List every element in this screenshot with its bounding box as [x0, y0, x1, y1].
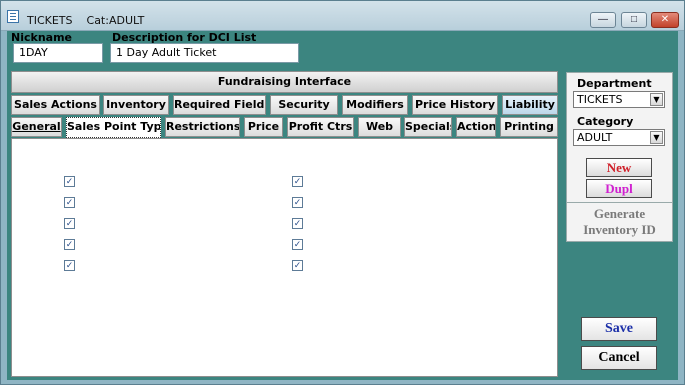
minimize-button[interactable]: —: [590, 12, 616, 28]
tab-sales-actions[interactable]: Sales Actions: [11, 95, 100, 115]
sales-point-type-panel: ✓ ✓ ✓ ✓ ✓ ✓ ✓ ✓ ✓ ✓: [11, 138, 558, 377]
tab-label: Profit Ctrs: [288, 120, 353, 133]
sales-point-checkbox[interactable]: ✓: [64, 218, 75, 229]
dropdown-arrow-icon[interactable]: ▼: [650, 93, 663, 106]
maximize-button[interactable]: □: [621, 12, 647, 28]
tab-action[interactable]: Action: [456, 117, 496, 137]
tab-liability[interactable]: Liability: [502, 95, 558, 115]
tab-label: Action: [457, 120, 496, 133]
tab-label: Restrictions: [166, 120, 240, 133]
tab-price-history[interactable]: Price History: [412, 95, 498, 115]
tab-modifiers[interactable]: Modifiers: [342, 95, 408, 115]
sales-point-checkbox[interactable]: ✓: [64, 197, 75, 208]
tab-label: General: [12, 120, 61, 133]
tab-label: Web: [365, 120, 394, 133]
application-window: TICKETS Cat:ADULT — □ ✕ Nickname 1DAY De…: [0, 0, 685, 385]
sales-point-checkbox[interactable]: ✓: [292, 218, 303, 229]
client-area: Nickname 1DAY Description for DCI List 1…: [7, 31, 678, 380]
tab-security[interactable]: Security: [270, 95, 338, 115]
app-list-icon: [7, 10, 19, 23]
window-title-category: Cat:ADULT: [86, 14, 145, 27]
new-button[interactable]: New: [586, 158, 652, 177]
tab-label: Inventory: [106, 98, 166, 111]
tab-label: Printing: [504, 120, 554, 133]
generate-inventory-id-button[interactable]: Generate Inventory ID: [566, 202, 673, 242]
description-field[interactable]: 1 Day Adult Ticket: [110, 43, 299, 63]
tab-required-fields[interactable]: Required Fields: [173, 95, 266, 115]
title-bar[interactable]: TICKETS Cat:ADULT — □ ✕: [1, 1, 684, 31]
close-button[interactable]: ✕: [651, 12, 679, 28]
save-button[interactable]: Save: [581, 317, 657, 341]
tab-label: Modifiers: [346, 98, 404, 111]
tab-label: Liability: [505, 98, 555, 111]
cancel-button[interactable]: Cancel: [581, 346, 657, 370]
tab-web[interactable]: Web: [358, 117, 401, 137]
department-label: Department: [577, 77, 652, 90]
generate-label-line1: Generate: [593, 206, 646, 221]
fundraising-interface-bar: Fundraising Interface: [11, 71, 558, 93]
sales-point-checkbox[interactable]: ✓: [64, 239, 75, 250]
dropdown-arrow-icon[interactable]: ▼: [650, 131, 663, 144]
sales-point-checkbox[interactable]: ✓: [292, 260, 303, 271]
tab-profit-ctrs[interactable]: Profit Ctrs: [287, 117, 354, 137]
generate-label-line2: Inventory ID: [583, 222, 656, 237]
tab-label: Sales Point Type: [67, 120, 161, 133]
tab-label: Specials: [405, 120, 452, 133]
nickname-field[interactable]: 1DAY: [13, 43, 103, 63]
tab-label: Price: [247, 120, 280, 133]
tab-price[interactable]: Price: [244, 117, 283, 137]
tab-inventory[interactable]: Inventory: [103, 95, 169, 115]
tab-label: Security: [278, 98, 330, 111]
sales-point-checkbox[interactable]: ✓: [64, 176, 75, 187]
sales-point-checkbox[interactable]: ✓: [64, 260, 75, 271]
tab-label: Required Fields: [174, 98, 266, 111]
tab-sales-point-type[interactable]: Sales Point Type: [66, 117, 161, 138]
sidebar-panel: Department TICKETS ▼ Category ADULT ▼ Ne…: [566, 72, 673, 208]
sales-point-checkbox[interactable]: ✓: [292, 197, 303, 208]
sales-point-checkbox[interactable]: ✓: [292, 176, 303, 187]
sales-point-checkbox[interactable]: ✓: [292, 239, 303, 250]
window-title-main: TICKETS: [27, 14, 73, 27]
tab-printing[interactable]: Printing: [500, 117, 558, 137]
tab-specials[interactable]: Specials: [404, 117, 452, 137]
category-select[interactable]: ADULT ▼: [573, 129, 665, 146]
category-value: ADULT: [577, 131, 613, 144]
department-value: TICKETS: [577, 93, 623, 106]
tab-general[interactable]: General: [11, 117, 62, 137]
department-select[interactable]: TICKETS ▼: [573, 91, 665, 108]
duplicate-button[interactable]: Dupl: [586, 179, 652, 198]
window-title: TICKETS Cat:ADULT: [27, 14, 144, 27]
tab-label: Price History: [414, 98, 495, 111]
tab-restrictions[interactable]: Restrictions: [165, 117, 240, 137]
tab-label: Sales Actions: [14, 98, 97, 111]
category-label: Category: [577, 115, 634, 128]
